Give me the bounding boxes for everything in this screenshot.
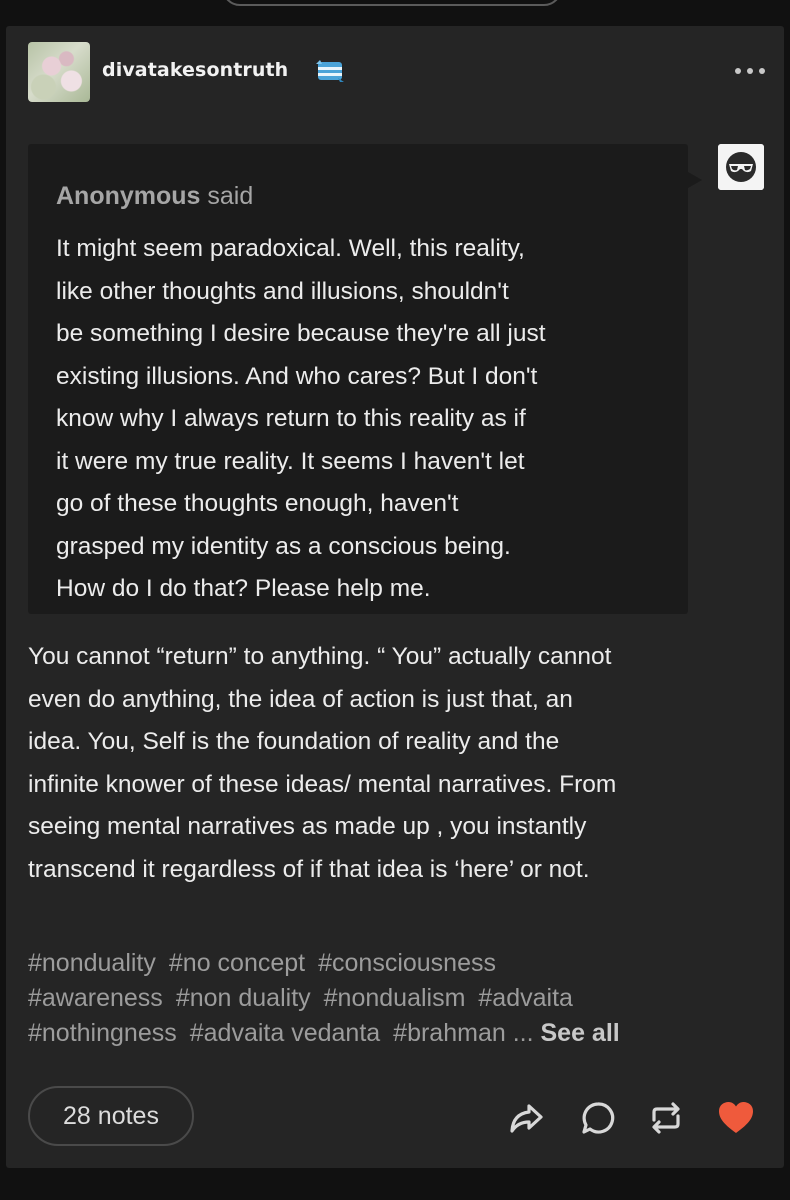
- post-card: divatakesontruth Anonymous said It might…: [6, 26, 784, 1168]
- blog-name[interactable]: divatakesontruth: [102, 59, 288, 81]
- ask-line: existing illusions. And who cares? But I…: [56, 362, 538, 390]
- ask-line: be something I desire because they're al…: [56, 320, 546, 347]
- answer-line: You cannot “return” to anything. “ You” …: [28, 643, 612, 670]
- tag-link[interactable]: #no concept: [169, 949, 305, 977]
- ask-line: grasped my identity as a conscious being…: [56, 532, 511, 560]
- tag-link[interactable]: #nothingness: [28, 1019, 177, 1047]
- see-all-tags-link[interactable]: See all: [541, 1019, 620, 1047]
- reply-bubble-icon[interactable]: [578, 1098, 618, 1138]
- answer-text: You cannot “return” to anything. “ You” …: [28, 636, 768, 891]
- ellipsis-dot: [735, 68, 741, 74]
- tag-row: #nothingness #advaita vedanta #brahman ...…: [28, 1016, 768, 1051]
- blog-avatar[interactable]: [28, 42, 90, 102]
- ask-line: go of these thoughts enough, haven't: [56, 490, 459, 517]
- tag-link[interactable]: #non duality: [176, 984, 311, 1012]
- tag-link[interactable]: #nondualism: [324, 984, 466, 1012]
- answer-line: infinite knower of these ideas/ mental n…: [28, 770, 617, 798]
- tag-row: #awareness #non duality #nondualism #advait…: [28, 981, 768, 1016]
- reblog-icon[interactable]: [646, 1098, 686, 1138]
- ellipsis-dot: [759, 68, 765, 74]
- tag-link[interactable]: #brahman: [393, 1019, 506, 1047]
- ask-line: like other thoughts and illusions, shoul…: [56, 277, 509, 305]
- ask-line: How do I do that? Please help me.: [56, 575, 431, 602]
- heart-icon[interactable]: [716, 1098, 756, 1138]
- ask-header: Anonymous said: [56, 182, 253, 211]
- answer-line: transcend it regardless of if that idea …: [28, 855, 590, 883]
- ask-line: it were my true reality. It seems I have…: [56, 447, 525, 475]
- tag-link[interactable]: #consciousness: [318, 949, 496, 977]
- ellipsis-dot: [747, 68, 753, 74]
- tag-link[interactable]: #nonduality: [28, 949, 156, 977]
- ask-question-text: It might seem paradoxical. Well, this re…: [56, 228, 676, 611]
- top-search-pill[interactable]: [222, 0, 562, 6]
- asker-said: said: [207, 182, 254, 210]
- answer-line: idea. You, Self is the foundation of rea…: [28, 728, 560, 755]
- tag-link[interactable]: #awareness: [28, 984, 163, 1012]
- asker-name: Anonymous: [56, 182, 201, 210]
- ask-line: It might seem paradoxical. Well, this re…: [56, 235, 525, 262]
- tags-ellipsis: ...: [512, 1019, 534, 1047]
- answer-line: even do anything, the idea of action is …: [28, 685, 573, 713]
- tag-link[interactable]: #advaita vedanta: [190, 1019, 380, 1047]
- more-options-button[interactable]: [730, 64, 770, 78]
- ask-line: know why I always return to this reality…: [56, 405, 526, 432]
- share-arrow-icon[interactable]: [506, 1098, 546, 1138]
- answer-line: seeing mental narratives as made up , yo…: [28, 813, 587, 840]
- anonymous-avatar-icon: [718, 144, 764, 190]
- tag-list: #nonduality #no concept #consciousness #aw…: [28, 946, 768, 1051]
- blog-badge-icon: [316, 60, 344, 82]
- tag-row: #nonduality #no concept #consciousness: [28, 946, 768, 981]
- notes-count-button[interactable]: 28 notes: [28, 1086, 194, 1146]
- tag-link[interactable]: #advaita: [478, 984, 573, 1012]
- ask-bubble: Anonymous said It might seem paradoxical…: [28, 144, 702, 614]
